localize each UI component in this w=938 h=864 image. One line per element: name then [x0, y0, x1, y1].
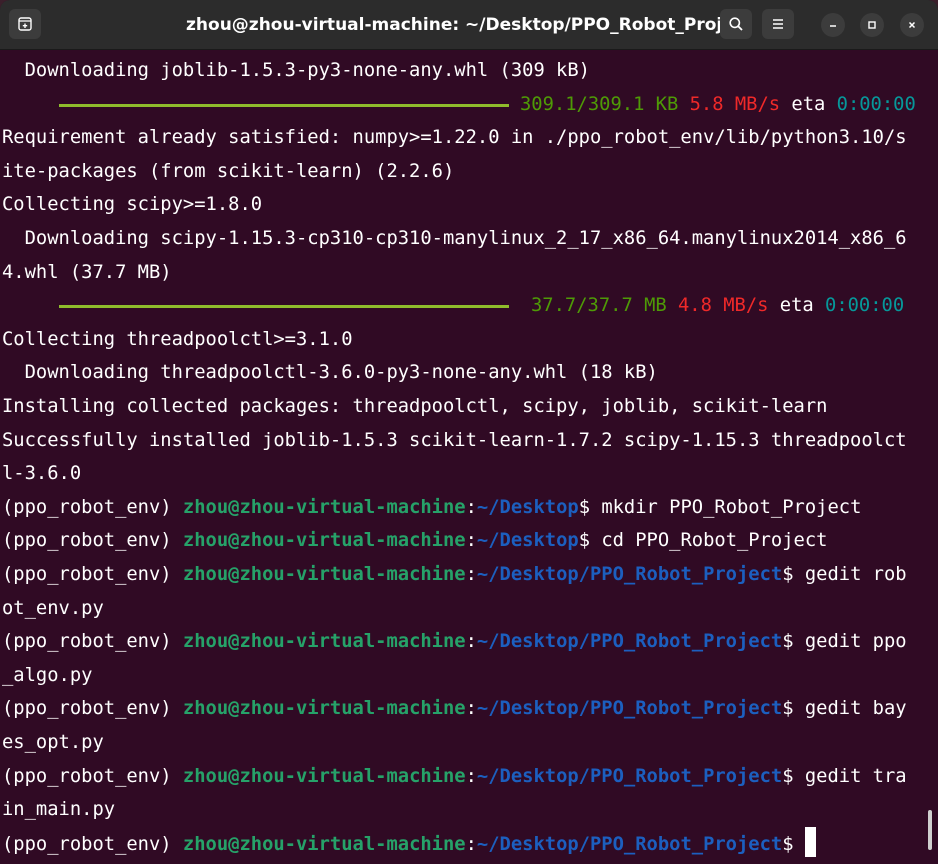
- prompt-separator: :: [465, 765, 477, 787]
- prompt-command: cd PPO_Robot_Project: [601, 530, 828, 552]
- prompt-path: ~/Desktop/PPO_Robot_Project: [476, 564, 783, 585]
- prompt-path: ~/Desktop/PPO_Robot_Project: [476, 765, 783, 787]
- progress-eta: 0:00:00: [836, 93, 916, 115]
- progress-amount: 309.1/309.1 KB: [520, 93, 679, 115]
- menu-button[interactable]: [762, 9, 794, 39]
- output-line: Downloading joblib-1.5.3-py3-none-any.wh…: [2, 60, 590, 81]
- prompt-separator: :: [465, 698, 477, 720]
- window-title: zhou@zhou-virtual-machine: ~/Desktop/PPO…: [186, 15, 752, 35]
- close-button[interactable]: [900, 13, 924, 37]
- prompt-command: gedit ppo: [804, 631, 907, 653]
- output-line: Collecting scipy>=1.8.0: [2, 194, 263, 216]
- title-bar[interactable]: zhou@zhou-virtual-machine: ~/Desktop/PPO…: [0, 0, 938, 50]
- progress-rate: 4.8 MB/s: [678, 295, 769, 317]
- output-line: es_opt.py: [2, 732, 104, 753]
- prompt-line: (ppo_robot_env) zhou@zhou-virtual-machin…: [2, 524, 827, 558]
- output-line: in_main.py: [2, 799, 116, 821]
- output-line: Requirement already satisfied: numpy>=1.…: [2, 127, 907, 149]
- prompt-env: (ppo_robot_env): [2, 765, 183, 787]
- prompt-symbol: $: [578, 530, 602, 552]
- output-line: ite-packages (from scikit-learn) (2.2.6): [2, 160, 455, 182]
- scrollbar[interactable]: [928, 810, 932, 850]
- prompt-path: ~/Desktop/PPO_Robot_Project: [476, 631, 783, 653]
- output-line: Installing collected packages: threadpoo…: [2, 396, 828, 417]
- prompt-line: (ppo_robot_env) zhou@zhou-virtual-machin…: [2, 760, 907, 794]
- search-icon: [729, 17, 743, 31]
- prompt-command: gedit bay: [804, 698, 907, 720]
- prompt-symbol: $: [782, 631, 805, 653]
- download-progress: 309.1/309.1 KB 5.8 MB/s eta 0:00:00: [0, 88, 938, 122]
- output-line: _algo.py: [2, 664, 93, 686]
- prompt-command: mkdir PPO_Robot_Project: [601, 496, 862, 518]
- output-line: Downloading threadpoolctl-3.6.0-py3-none…: [2, 362, 658, 384]
- prompt-path: ~/Desktop/PPO_Robot_Project: [476, 698, 783, 720]
- prompt-command: gedit tra: [804, 765, 907, 787]
- prompt-separator: :: [465, 631, 477, 653]
- prompt-env: (ppo_robot_env): [2, 564, 183, 585]
- prompt-path: ~/Desktop: [476, 496, 579, 518]
- search-button[interactable]: [720, 9, 752, 39]
- output-line: Downloading scipy-1.15.3-cp310-cp310-man…: [2, 228, 907, 249]
- prompt-command: gedit rob: [804, 564, 907, 585]
- prompt-symbol: $: [782, 765, 805, 787]
- progress-eta-label: eta: [791, 93, 826, 115]
- prompt-path: ~/Desktop/PPO_Robot_Project: [476, 833, 783, 855]
- prompt-separator: :: [465, 496, 477, 518]
- prompt-env: (ppo_robot_env): [2, 698, 183, 720]
- prompt-separator: :: [465, 833, 477, 855]
- close-icon: [908, 21, 916, 29]
- prompt-user: zhou@zhou-virtual-machine: [182, 765, 466, 787]
- output-line: 4.whl (37.7 MB): [2, 261, 172, 283]
- prompt-path: ~/Desktop: [476, 530, 579, 552]
- prompt-env: (ppo_robot_env): [2, 631, 183, 653]
- prompt-user: zhou@zhou-virtual-machine: [182, 496, 466, 518]
- maximize-icon: [868, 21, 876, 29]
- progress-bar: [59, 103, 509, 107]
- prompt-user: zhou@zhou-virtual-machine: [182, 564, 466, 585]
- prompt-user: zhou@zhou-virtual-machine: [182, 631, 466, 653]
- prompt-user: zhou@zhou-virtual-machine: [182, 833, 466, 855]
- prompt-separator: :: [465, 530, 477, 552]
- progress-rate: 5.8 MB/s: [689, 93, 781, 115]
- progress-info: 309.1/309.1 KB 5.8 MB/s eta 0:00:00: [520, 88, 916, 122]
- prompt-line: (ppo_robot_env) zhou@zhou-virtual-machin…: [2, 692, 907, 726]
- output-line: Successfully installed joblib-1.5.3 scik…: [2, 429, 907, 451]
- progress-eta: 0:00:00: [825, 295, 905, 317]
- download-progress: 37.7/37.7 MB 4.8 MB/s eta 0:00:00: [0, 289, 938, 323]
- text-cursor: [804, 826, 816, 857]
- progress-amount: 37.7/37.7 MB: [531, 295, 667, 317]
- maximize-button[interactable]: [860, 13, 884, 37]
- prompt-symbol: $: [782, 698, 805, 720]
- minimize-icon: [830, 25, 836, 27]
- terminal-window: zhou@zhou-virtual-machine: ~/Desktop/PPO…: [0, 0, 938, 864]
- prompt-symbol: $: [782, 833, 805, 855]
- prompt-line: (ppo_robot_env) zhou@zhou-virtual-machin…: [2, 826, 816, 861]
- prompt-line: (ppo_robot_env) zhou@zhou-virtual-machin…: [2, 625, 907, 659]
- progress-eta-label: eta: [779, 295, 814, 317]
- prompt-symbol: $: [782, 564, 805, 585]
- output-line: Collecting threadpoolctl>=3.1.0: [2, 328, 353, 350]
- terminal-output[interactable]: Downloading joblib-1.5.3-py3-none-any.wh…: [0, 50, 938, 864]
- prompt-env: (ppo_robot_env): [2, 496, 183, 518]
- hamburger-menu-icon: [773, 19, 783, 29]
- output-line: ot_env.py: [2, 597, 104, 619]
- progress-bar: [59, 305, 509, 309]
- prompt-symbol: $: [578, 496, 602, 518]
- minimize-button[interactable]: [821, 13, 845, 37]
- prompt-user: zhou@zhou-virtual-machine: [182, 698, 466, 720]
- output-line: l-3.6.0: [2, 463, 82, 485]
- prompt-line: (ppo_robot_env) zhou@zhou-virtual-machin…: [2, 558, 907, 592]
- prompt-line: (ppo_robot_env) zhou@zhou-virtual-machin…: [2, 491, 861, 525]
- prompt-user: zhou@zhou-virtual-machine: [182, 530, 466, 552]
- prompt-separator: :: [465, 564, 477, 585]
- prompt-env: (ppo_robot_env): [2, 530, 183, 552]
- prompt-env: (ppo_robot_env): [2, 833, 183, 855]
- progress-info: 37.7/37.7 MB 4.8 MB/s eta 0:00:00: [531, 289, 904, 323]
